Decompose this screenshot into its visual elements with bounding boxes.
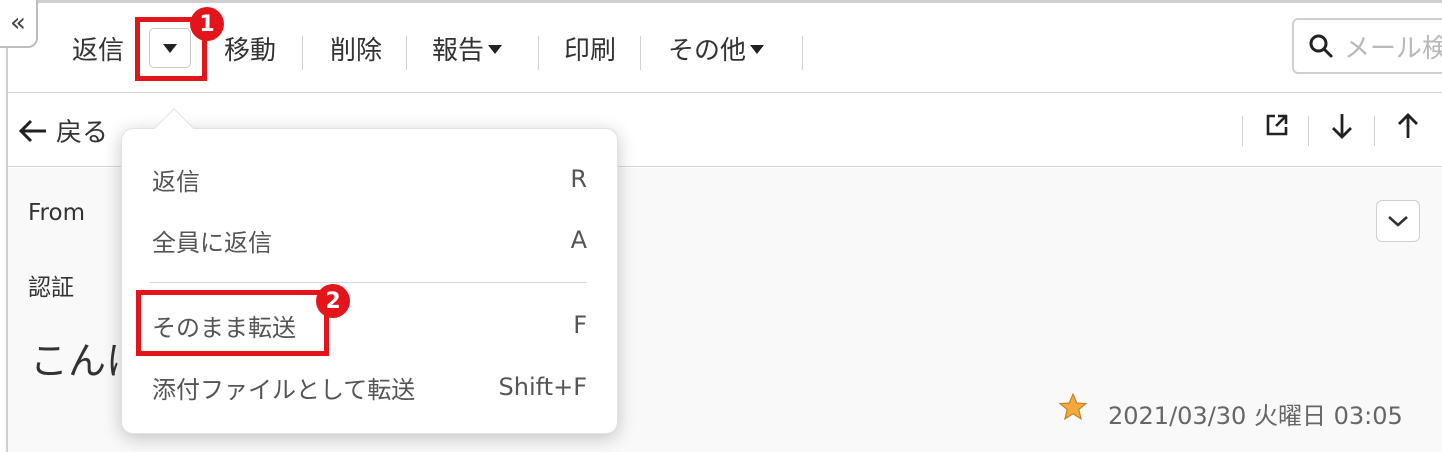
other-label: その他 [668, 36, 747, 66]
toolbar-divider [406, 36, 407, 70]
mail-viewer: « 返信 移動 削除 報告 印刷 その他 メール検 戻る From 認証 こんに… [0, 0, 1442, 452]
reply-dropdown-menu: 返信 R 全員に返信 A そのまま転送 F 添付ファイルとして転送 Shift+… [121, 128, 618, 434]
back-button[interactable]: 戻る [18, 112, 108, 149]
toolbar: 返信 移動 削除 報告 印刷 その他 メール検 [40, 8, 1442, 88]
frame-top-border [6, 0, 1442, 3]
expand-header-button[interactable] [1376, 200, 1420, 242]
previous-mail-button[interactable] [1396, 112, 1420, 144]
menu-item-label: 添付ファイルとして転送 [152, 375, 416, 404]
toolbar-bottom-border [8, 92, 1442, 93]
back-arrow-icon [18, 119, 46, 142]
other-button[interactable]: その他 [668, 30, 765, 67]
toolbar-divider [538, 36, 539, 70]
menu-item-shortcut: F [573, 311, 587, 339]
open-external-icon [1266, 114, 1288, 136]
collapse-sidebar-button[interactable]: « [0, 0, 38, 48]
chevron-down-icon [1388, 216, 1408, 227]
arrow-down-icon [1332, 114, 1352, 139]
auth-label: 認証 [28, 275, 74, 301]
icon-divider [1374, 116, 1375, 146]
move-button[interactable]: 移動 [224, 30, 276, 67]
open-in-new-window-button[interactable] [1264, 112, 1290, 142]
collapse-icon: « [10, 8, 26, 38]
report-label: 報告 [432, 36, 485, 66]
dropdown-arrow-icon [750, 45, 765, 54]
menu-item-reply[interactable]: 返信 R [152, 159, 587, 199]
menu-item-label: 返信 [152, 167, 200, 196]
mail-date: 2021/03/30 火曜日 03:05 [1108, 402, 1403, 430]
toolbar-divider [640, 36, 641, 70]
menu-item-shortcut: A [570, 226, 587, 254]
back-label: 戻る [56, 118, 109, 148]
menu-item-forward-as-attachment[interactable]: 添付ファイルとして転送 Shift+F [152, 367, 587, 407]
menu-item-shortcut: Shift+F [498, 373, 587, 401]
menu-item-reply-all[interactable]: 全員に返信 A [152, 220, 587, 260]
print-button[interactable]: 印刷 [564, 30, 616, 67]
callout-badge-1: 1 [190, 7, 224, 41]
toolbar-divider [802, 36, 803, 70]
menu-item-label: 全員に返信 [152, 228, 272, 257]
report-button[interactable]: 報告 [432, 30, 503, 67]
star-icon[interactable] [1058, 392, 1088, 422]
highlight-box-2 [136, 290, 329, 356]
mail-search-input[interactable]: メール検 [1292, 18, 1442, 74]
callout-badge-2: 2 [316, 284, 350, 318]
delete-button[interactable]: 削除 [330, 30, 382, 67]
dropdown-arrow-icon [488, 45, 503, 54]
reply-button[interactable]: 返信 [72, 30, 124, 67]
toolbar-divider [302, 36, 303, 70]
icon-divider [1308, 116, 1309, 146]
from-label: From [28, 200, 85, 226]
menu-item-shortcut: R [570, 165, 587, 193]
arrow-up-icon [1398, 113, 1418, 138]
icon-divider [1242, 116, 1243, 146]
search-icon [1309, 34, 1333, 58]
menu-divider [150, 282, 587, 283]
search-placeholder: メール検 [1344, 33, 1442, 64]
next-mail-button[interactable] [1330, 112, 1354, 144]
